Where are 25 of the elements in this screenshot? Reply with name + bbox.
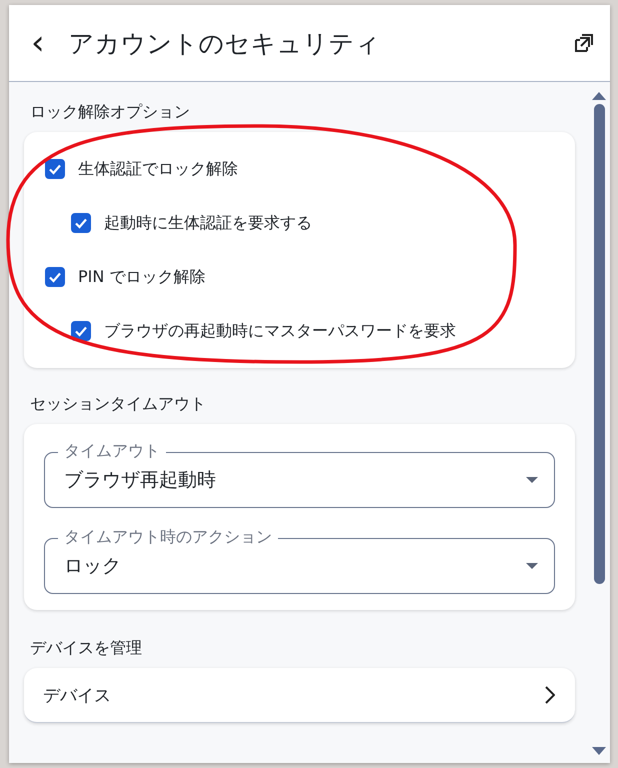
popout-icon[interactable] bbox=[574, 33, 594, 53]
back-button[interactable]: ‹ bbox=[27, 26, 49, 60]
checkbox-label: ブラウザの再起動時にマスターパスワードを要求 bbox=[104, 320, 456, 342]
checkbox[interactable] bbox=[45, 267, 65, 287]
checkbox-label: PIN でロック解除 bbox=[78, 266, 206, 288]
checkbox-label: 生体認証でロック解除 bbox=[78, 158, 238, 180]
check-icon bbox=[74, 324, 88, 338]
check-icon bbox=[48, 270, 62, 284]
devices-row[interactable]: デバイス bbox=[24, 668, 575, 723]
checkbox[interactable] bbox=[71, 321, 91, 341]
dropdown-caret-icon bbox=[526, 477, 538, 483]
checkbox-label: 起動時に生体認証を要求する bbox=[104, 212, 312, 234]
check-icon bbox=[74, 216, 88, 230]
section-heading: ロック解除オプション bbox=[30, 102, 191, 123]
check-icon bbox=[48, 162, 62, 176]
section-heading: デバイスを管理 bbox=[30, 638, 143, 659]
scrollbar-thumb[interactable] bbox=[594, 104, 604, 584]
dropdown-caret-icon bbox=[526, 563, 538, 569]
checkbox[interactable] bbox=[45, 159, 65, 179]
scroll-down-icon[interactable] bbox=[592, 747, 606, 755]
page-title: アカウントのセキュリティ bbox=[68, 28, 382, 60]
chevron-right-icon bbox=[545, 686, 555, 704]
checkbox[interactable] bbox=[71, 213, 91, 233]
section-heading: セッションタイムアウト bbox=[30, 394, 207, 415]
scroll-up-icon[interactable] bbox=[592, 92, 606, 100]
